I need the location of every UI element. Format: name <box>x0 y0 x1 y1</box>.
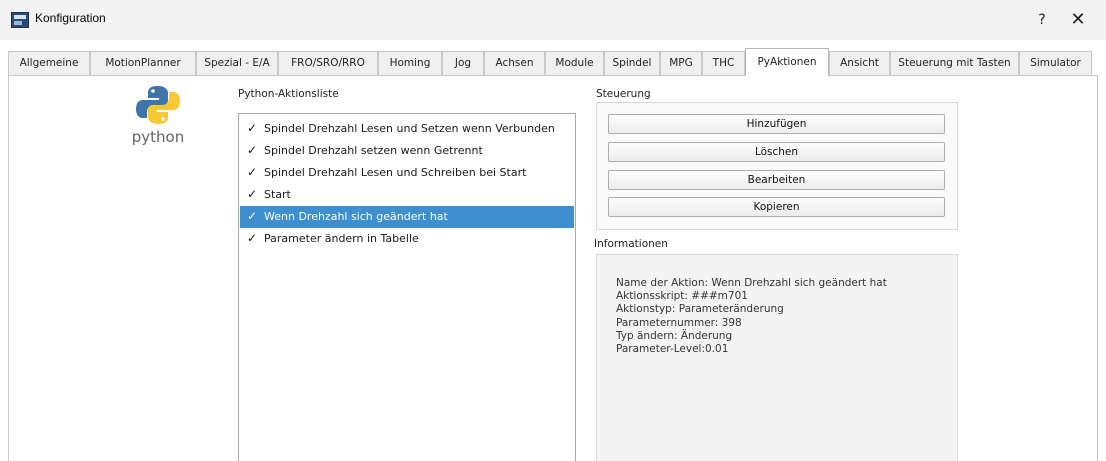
tab-pyaktionen[interactable]: PyAktionen <box>745 48 829 76</box>
tab-bar: Allgemeine MotionPlanner Spezial - E/A F… <box>8 48 1098 76</box>
list-item-label: Start <box>264 188 291 201</box>
info-line: Aktionsskript: ###m701 <box>616 290 748 302</box>
close-button[interactable]: ✕ <box>1064 8 1092 32</box>
tab-achsen[interactable]: Achsen <box>484 51 545 75</box>
info-title: Informationen <box>594 238 668 250</box>
title-bar: Konfiguration ? ✕ <box>0 0 1106 40</box>
list-item-label: Spindel Drehzahl Lesen und Setzen wenn V… <box>264 122 555 135</box>
info-line: Parameter-Level:0.01 <box>616 343 729 355</box>
tab-allgemeine[interactable]: Allgemeine <box>8 51 90 75</box>
tab-motionplanner[interactable]: MotionPlanner <box>90 51 196 75</box>
checkbox[interactable]: ✓ <box>246 232 258 245</box>
window-title: Konfiguration <box>35 11 106 25</box>
list-item[interactable]: ✓ Spindel Drehzahl setzen wenn Getrennt <box>240 140 574 162</box>
info-line: Parameternummer: 398 <box>616 317 742 329</box>
tab-jog[interactable]: Jog <box>442 51 484 75</box>
help-button[interactable]: ? <box>1028 8 1056 32</box>
copy-button[interactable]: Kopieren <box>608 197 945 217</box>
info-line: Aktionstyp: Parameteränderung <box>616 303 784 315</box>
action-list: ✓ Spindel Drehzahl Lesen und Setzen wenn… <box>238 113 576 461</box>
action-list-title: Python-Aktionsliste <box>238 88 339 100</box>
list-item-label: Parameter ändern in Tabelle <box>264 232 419 245</box>
controls-title: Steuerung <box>596 88 651 100</box>
checkbox[interactable]: ✓ <box>246 210 258 223</box>
list-item[interactable]: ✓ Spindel Drehzahl Lesen und Schreiben b… <box>240 162 574 184</box>
tab-module[interactable]: Module <box>545 51 604 75</box>
tab-ansicht[interactable]: Ansicht <box>829 51 890 75</box>
info-line: Name der Aktion: Wenn Drehzahl sich geän… <box>616 277 887 289</box>
tab-thc[interactable]: THC <box>702 51 745 75</box>
tab-simulator[interactable]: Simulator <box>1019 51 1092 75</box>
tab-spezial-ea[interactable]: Spezial - E/A <box>196 51 278 75</box>
delete-button[interactable]: Löschen <box>608 142 945 162</box>
checkbox[interactable]: ✓ <box>246 122 258 135</box>
list-item-label: Spindel Drehzahl Lesen und Schreiben bei… <box>264 166 527 179</box>
list-item[interactable]: ✓ Parameter ändern in Tabelle <box>240 228 574 250</box>
checkbox[interactable]: ✓ <box>246 188 258 201</box>
checkbox[interactable]: ✓ <box>246 166 258 179</box>
tab-spindel[interactable]: Spindel <box>604 51 660 75</box>
info-line: Typ ändern: Änderung <box>616 330 733 342</box>
add-button[interactable]: Hinzufügen <box>608 114 945 134</box>
tab-steuerung-mit-tasten[interactable]: Steuerung mit Tasten <box>890 51 1019 75</box>
python-logo-text: python <box>131 128 185 146</box>
tab-fro-sro-rro[interactable]: FRO/SRO/RRO <box>278 51 378 75</box>
tab-mpg[interactable]: MPG <box>660 51 702 75</box>
tab-homing[interactable]: Homing <box>378 51 442 75</box>
python-logo: python <box>128 84 188 154</box>
app-icon <box>11 12 29 28</box>
python-logo-icon <box>136 86 180 124</box>
list-item[interactable]: ✓ Spindel Drehzahl Lesen und Setzen wenn… <box>240 118 574 140</box>
list-item-label: Wenn Drehzahl sich geändert hat <box>264 210 448 223</box>
list-item-label: Spindel Drehzahl setzen wenn Getrennt <box>264 144 483 157</box>
list-item[interactable]: ✓ Start <box>240 184 574 206</box>
edit-button[interactable]: Bearbeiten <box>608 170 945 190</box>
list-item-selected[interactable]: ✓ Wenn Drehzahl sich geändert hat <box>240 206 574 228</box>
checkbox[interactable]: ✓ <box>246 144 258 157</box>
